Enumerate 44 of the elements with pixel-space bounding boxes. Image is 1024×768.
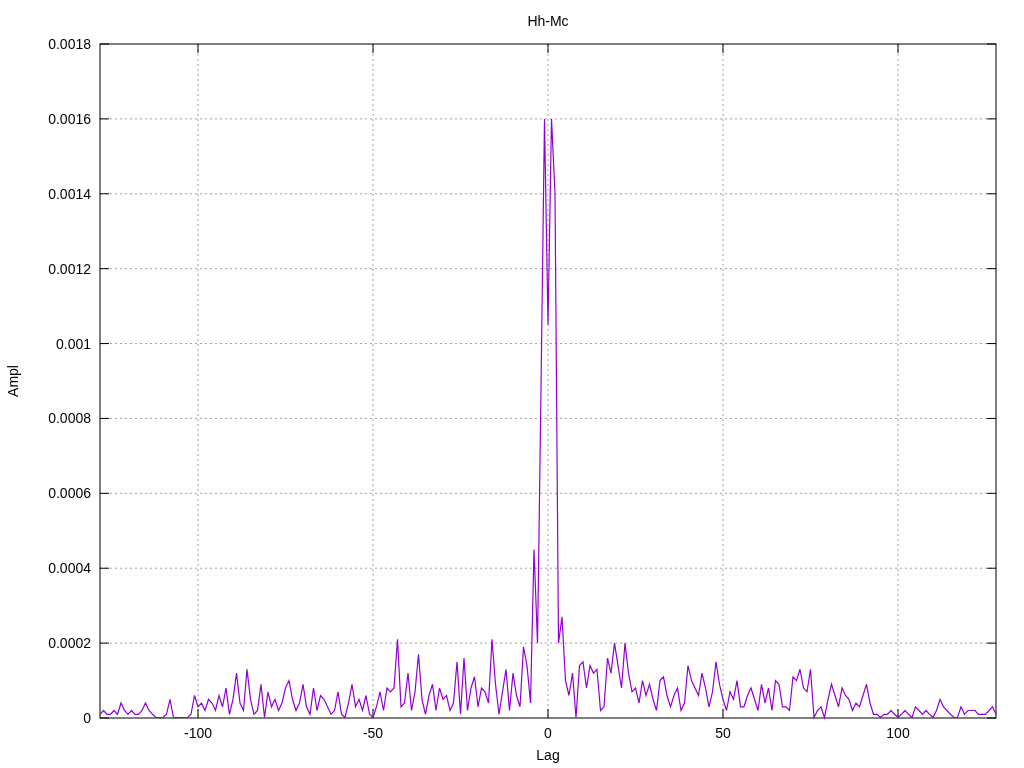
y-tick-label: 0.0018 [48,36,91,52]
y-tick-label: 0 [83,710,91,726]
tick-mark [99,193,110,195]
tick-mark [897,708,899,719]
y-tick-label: 0.001 [55,335,91,352]
tick-mark [986,193,997,195]
tick-mark [986,118,997,120]
y-tick-label: 0.0016 [48,110,91,127]
tick-mark [197,43,199,54]
y-tick-label: 0.0008 [48,410,91,427]
tick-mark [986,343,997,345]
y-axis-label: Ampl [5,365,21,397]
tick-mark [547,43,549,54]
y-tick-label: 0.0014 [48,185,91,202]
tick-mark [99,492,110,494]
tick-mark [986,642,997,644]
y-tick-label: 0.0006 [48,485,91,502]
x-tick-label: -50 [362,725,384,741]
y-tick-label: 0.0004 [48,560,91,577]
chart-title: Hh-Mc [527,13,569,29]
tick-mark [99,118,110,120]
tick-mark [722,43,724,54]
tick-mark [99,343,110,345]
x-tick-label: 50 [715,725,731,741]
tick-mark [372,708,374,719]
tick-mark [197,708,199,719]
x-tick-label: -100 [184,725,212,741]
x-tick-label: 100 [886,725,910,741]
x-axis-label: Lag [536,747,560,763]
y-tick-label: 0.0002 [48,635,91,652]
tick-mark [897,43,899,54]
tick-mark [99,268,110,270]
tick-mark [986,567,997,569]
tick-mark [986,417,997,419]
tick-mark [547,708,549,719]
tick-mark [722,708,724,719]
x-tick-label: 0 [544,725,552,741]
tick-mark [986,492,997,494]
y-tick-label: 0.0012 [48,260,91,277]
tick-mark [986,268,997,270]
tick-mark [372,43,374,54]
tick-mark [99,567,110,569]
tick-mark [99,642,110,644]
tick-mark [99,417,110,419]
